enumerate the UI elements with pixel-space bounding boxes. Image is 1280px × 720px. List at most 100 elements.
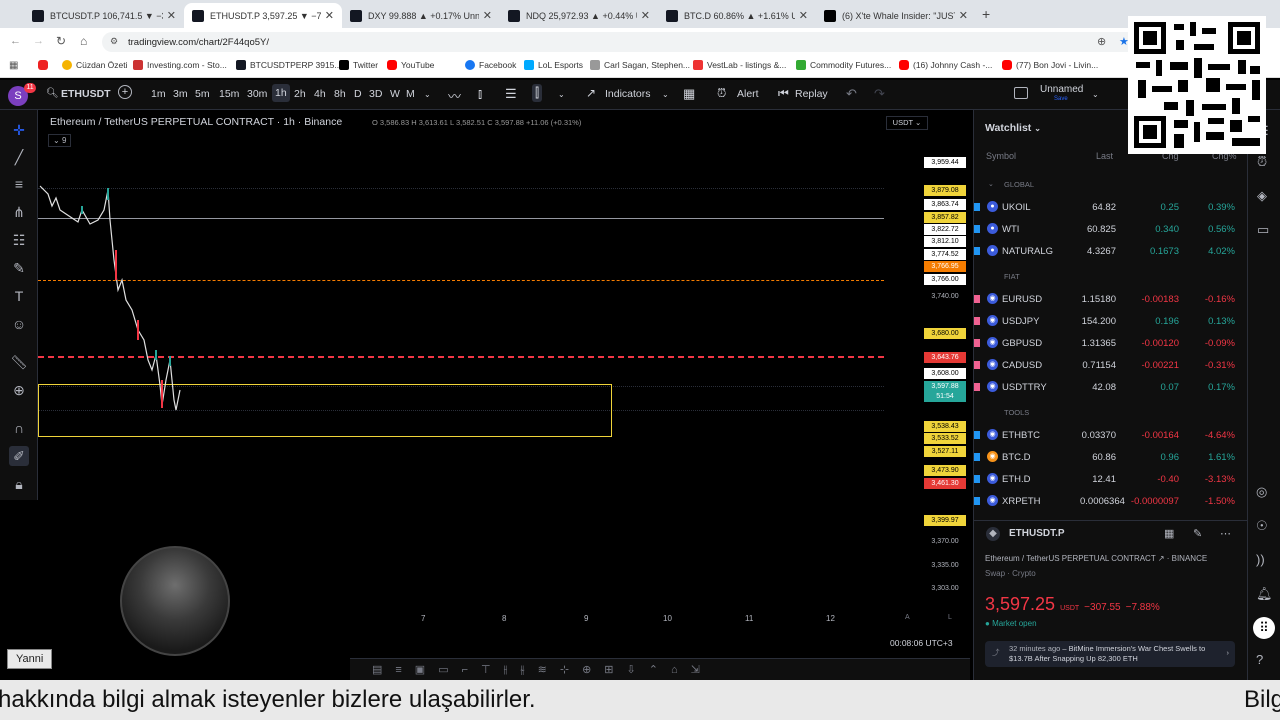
- layout-icon[interactable]: [1014, 87, 1028, 99]
- interval-button[interactable]: M: [406, 88, 415, 100]
- browser-tab[interactable]: (6) X'te Whale Insider: "JUST IN✕: [816, 3, 976, 28]
- watchlist-section-header[interactable]: ⌄ GLOBAL: [974, 174, 1249, 196]
- bookmark-item[interactable]: (16) Johnny Cash -...: [899, 60, 992, 70]
- watchlist-row[interactable]: ◉ BTC.D 60.86 0.96 1.61%: [974, 446, 1249, 468]
- interval-button[interactable]: 5m: [195, 88, 210, 100]
- ideas-icon[interactable]: ☉: [1256, 518, 1268, 534]
- watchlist-row[interactable]: ● UKOIL 64.82 0.25 0.39%: [974, 196, 1249, 218]
- interval-button[interactable]: 30m: [247, 88, 267, 100]
- bookmark-item[interactable]: Investing.com - Sto...: [133, 60, 227, 70]
- lock-icon[interactable]: 🔒︎: [9, 474, 29, 494]
- time-axis[interactable]: 7 8 9 10 11 12 A L: [350, 600, 952, 630]
- target-icon[interactable]: ◎: [1256, 484, 1267, 500]
- search-icon[interactable]: 🔍︎: [46, 88, 59, 99]
- close-tab-icon[interactable]: ✕: [641, 9, 650, 22]
- bookmark-item[interactable]: YouTube: [387, 60, 434, 70]
- col-header-symbol[interactable]: Symbol: [986, 151, 1016, 161]
- trend-line-icon[interactable]: ╱: [9, 147, 29, 167]
- undo-icon[interactable]: ↶: [846, 86, 857, 102]
- bookmark-item[interactable]: Commodity Futures...: [796, 60, 891, 70]
- indicators-button[interactable]: Indicators: [605, 88, 651, 100]
- indicators-icon[interactable]: ↗: [586, 86, 596, 100]
- horizontal-lines-icon[interactable]: ≡: [9, 174, 29, 194]
- reload-icon[interactable]: ↻: [56, 34, 66, 48]
- auto-scale-button[interactable]: A: [905, 614, 910, 621]
- interval-button[interactable]: 8h: [334, 88, 346, 100]
- emoji-icon[interactable]: ☺: [9, 314, 29, 334]
- back-icon[interactable]: ←: [10, 35, 21, 47]
- watchlist-row[interactable]: ◉ GBPUSD 1.31365 -0.00120 -0.09%: [974, 332, 1249, 354]
- chat-icon[interactable]: ▭: [1257, 222, 1269, 238]
- col-header-last[interactable]: Last: [1096, 151, 1113, 161]
- zoom-icon[interactable]: ⊕: [1097, 35, 1106, 48]
- apps-icon[interactable]: ⠿: [1253, 617, 1275, 639]
- home-icon[interactable]: ⌂: [80, 34, 87, 48]
- magnet-icon[interactable]: ∩: [9, 418, 29, 438]
- site-info-icon[interactable]: ⚙: [110, 36, 118, 47]
- line-chart-icon[interactable]: 〰: [448, 86, 461, 105]
- pitchfork-icon[interactable]: ⋔: [9, 202, 29, 222]
- bookmark-item[interactable]: Cüzdan Özeti: [62, 60, 128, 70]
- apps-grid-icon[interactable]: ▦: [9, 60, 18, 71]
- currency-selector[interactable]: USDT ⌄: [886, 116, 928, 130]
- watchlist-row[interactable]: ◉ ETH.D 12.41 -0.40 -3.13%: [974, 468, 1249, 490]
- layers-icon[interactable]: ◈: [1257, 188, 1267, 204]
- bookmark-item[interactable]: Facebook: [465, 60, 516, 70]
- interval-button[interactable]: 15m: [219, 88, 239, 100]
- bookmark-item[interactable]: LoL Esports: [524, 60, 583, 70]
- chart-style-icon[interactable]: ⫿: [532, 84, 543, 102]
- bookmark-item[interactable]: (77) Bon Jovi - Livin...: [1002, 60, 1098, 70]
- interval-button[interactable]: D: [354, 88, 362, 100]
- close-tab-icon[interactable]: ✕: [799, 9, 808, 22]
- watchlist-row[interactable]: ◉ ETHBTC 0.03370 -0.00164 -4.64%: [974, 424, 1249, 446]
- close-tab-icon[interactable]: ✕: [167, 9, 176, 22]
- bell-icon[interactable]: 🔔︎: [1256, 586, 1273, 602]
- indicator-count[interactable]: ⌄ 9: [48, 134, 72, 147]
- symbol-search[interactable]: ETHUSDT: [61, 88, 111, 100]
- alerts-clock-icon[interactable]: ⏰︎: [1257, 154, 1267, 170]
- watchlist-section-header[interactable]: TOOLS: [974, 402, 1249, 424]
- watchlist-row[interactable]: ● WTI 60.825 0.340 0.56%: [974, 218, 1249, 240]
- browser-tab[interactable]: DXY 99.888 ▲ +0.17% Unname✕: [342, 3, 500, 28]
- close-tab-icon[interactable]: ✕: [483, 9, 492, 22]
- help-icon[interactable]: ?: [1256, 652, 1263, 667]
- external-link-icon[interactable]: ↗: [1158, 554, 1165, 563]
- ruler-icon[interactable]: 📏︎: [9, 352, 29, 372]
- interval-button[interactable]: 1m: [151, 88, 166, 100]
- text-icon[interactable]: T: [9, 286, 29, 306]
- replay-icon[interactable]: ⏮︎: [778, 86, 789, 101]
- browser-tab[interactable]: NDQ 25,972.93 ▲ +0.44% Unna✕: [500, 3, 658, 28]
- candles-icon[interactable]: ⫾: [478, 86, 482, 102]
- bookmark-item[interactable]: BTCUSDTPERP 3915...: [236, 60, 342, 70]
- interval-button-active[interactable]: 1h: [272, 84, 290, 102]
- watchlist-row[interactable]: ◉ USDTTRY 42.08 0.07 0.17%: [974, 376, 1249, 398]
- chevron-down-icon[interactable]: ⌄: [558, 90, 565, 99]
- zoom-in-icon[interactable]: ⊕: [9, 380, 29, 400]
- redo-icon[interactable]: ↷: [874, 86, 885, 102]
- interval-button[interactable]: 2h: [294, 88, 306, 100]
- watchlist-row[interactable]: ◉ CADUSD 0.71154 -0.00221 -0.31%: [974, 354, 1249, 376]
- bookmark-item[interactable]: Carl Sagan, Stephen...: [590, 60, 690, 70]
- fib-icon[interactable]: ☷: [9, 230, 29, 250]
- browser-tab-active[interactable]: ETHUSDT.P 3,597.25 ▼ −7.88%✕: [184, 3, 342, 28]
- bookmark-item[interactable]: VestLab - listings &...: [693, 60, 786, 70]
- bookmark-item[interactable]: [38, 60, 52, 70]
- more-icon[interactable]: ⋯: [1220, 527, 1231, 540]
- watchlist-row[interactable]: ◉ USDJPY 154.200 0.196 0.13%: [974, 310, 1249, 332]
- new-tab-button[interactable]: +: [982, 6, 990, 22]
- forward-icon[interactable]: →: [33, 35, 44, 47]
- interval-button[interactable]: 3m: [173, 88, 188, 100]
- close-tab-icon[interactable]: ✕: [325, 9, 334, 22]
- watchlist-row[interactable]: ◉ XRPETH 0.0006364 -0.0000097 -1.50%: [974, 490, 1249, 512]
- interval-button[interactable]: 4h: [314, 88, 326, 100]
- layout-name[interactable]: Unnamed: [1040, 84, 1083, 95]
- pencil-lock-icon[interactable]: ✐: [9, 446, 29, 466]
- log-scale-button[interactable]: L: [948, 614, 952, 621]
- compare-add-icon[interactable]: +: [118, 85, 132, 99]
- templates-icon[interactable]: ▦: [683, 86, 695, 102]
- crosshair-icon[interactable]: ✛: [9, 120, 29, 140]
- utc-clock[interactable]: 00:08:06 UTC+3: [890, 638, 953, 648]
- url-field[interactable]: ⚙ tradingview.com/chart/2F44qo5Y/ ⊕ ★: [102, 32, 1142, 52]
- browser-tab[interactable]: BTC.D 60.86% ▲ +1.61% Unna✕: [658, 3, 816, 28]
- broadcast-icon[interactable]: )): [1256, 552, 1265, 567]
